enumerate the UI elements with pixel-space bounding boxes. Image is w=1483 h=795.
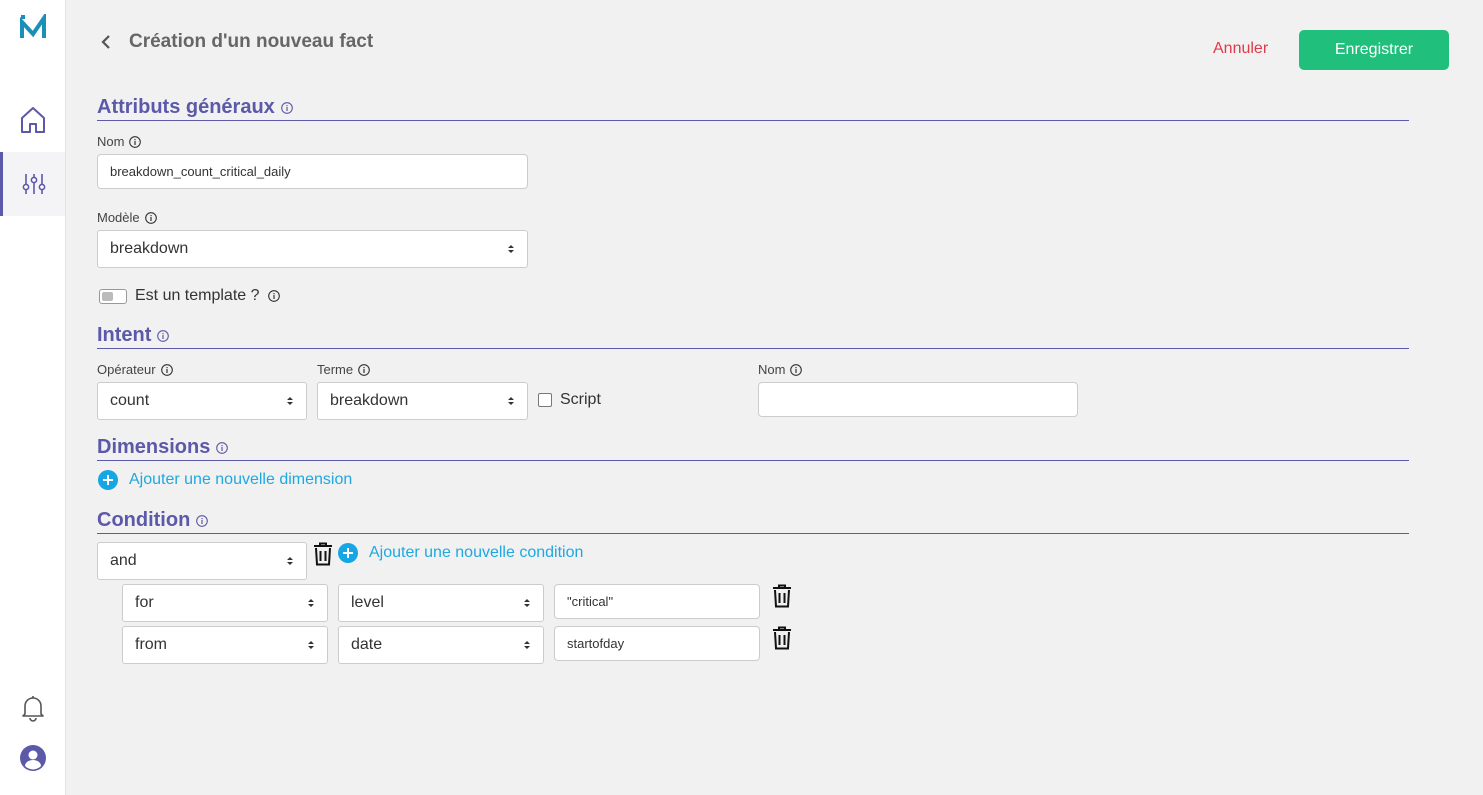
term-field-label: Terme (317, 362, 370, 377)
condition-row-operator-value: for (135, 594, 154, 611)
add-condition-button[interactable]: Ajouter une nouvelle condition (338, 543, 583, 563)
select-caret-icon (287, 557, 293, 565)
info-icon (358, 363, 370, 376)
sliders-icon (22, 174, 46, 194)
term-select[interactable]: breakdown (317, 382, 528, 420)
info-icon (216, 441, 229, 454)
m-logo-icon (20, 11, 46, 38)
section-intent-divider (97, 348, 1409, 349)
select-caret-icon (524, 641, 530, 649)
sidebar (0, 0, 66, 795)
condition-logic-value: and (110, 552, 137, 569)
section-condition-title: Condition (97, 509, 209, 532)
condition-row-field-select[interactable]: level (338, 584, 544, 622)
template-toggle-row: Est un template ? (99, 287, 280, 305)
info-icon (196, 514, 209, 527)
select-caret-icon (308, 599, 314, 607)
user-icon (19, 745, 46, 771)
app-logo[interactable] (19, 11, 47, 42)
chevron-left-icon (101, 35, 110, 49)
add-dimension-label: Ajouter une nouvelle dimension (129, 471, 353, 488)
operator-select-value: count (110, 392, 150, 409)
name-input[interactable]: breakdown_count_critical_daily (97, 154, 528, 189)
name-label-text: Nom (97, 134, 125, 149)
condition-row-operator-select[interactable]: for (122, 584, 328, 622)
save-button[interactable]: Enregistrer (1299, 30, 1449, 70)
condition-row-value-input[interactable]: "critical" (554, 584, 760, 619)
plus-circle-icon (338, 543, 358, 563)
info-icon (267, 290, 280, 302)
condition-logic-select[interactable]: and (97, 542, 307, 580)
info-icon (160, 363, 173, 376)
section-condition-divider (97, 533, 1409, 534)
script-label: Script (560, 391, 601, 408)
add-condition-label: Ajouter une nouvelle condition (369, 544, 584, 561)
operator-select[interactable]: count (97, 382, 307, 420)
toggle-knob (102, 291, 113, 301)
intent-name-field-label: Nom (758, 362, 803, 377)
select-caret-icon (524, 599, 530, 607)
trash-icon (314, 542, 332, 566)
model-field-label: Modèle (97, 210, 157, 225)
section-general-label: Attributs généraux (97, 96, 275, 118)
condition-row-operator-value: from (135, 636, 167, 653)
model-label-text: Modèle (97, 210, 140, 225)
bell-icon (21, 696, 44, 722)
info-icon (144, 211, 157, 224)
term-label-text: Terme (317, 362, 354, 377)
cancel-button[interactable]: Annuler (1213, 40, 1268, 58)
select-caret-icon (287, 397, 293, 405)
select-caret-icon (508, 245, 514, 253)
plus-circle-icon (98, 470, 118, 490)
page-title: Création d'un nouveau fact (129, 31, 374, 52)
section-dimensions-label: Dimensions (97, 436, 211, 458)
script-checkbox-row: Script (538, 391, 601, 409)
term-select-value: breakdown (330, 392, 409, 409)
home-icon (20, 107, 45, 133)
intent-name-label-text: Nom (758, 362, 786, 377)
nav-facts[interactable] (0, 152, 65, 216)
main-content: Création d'un nouveau fact Annuler Enreg… (66, 0, 1483, 795)
add-dimension-button[interactable]: Ajouter une nouvelle dimension (98, 470, 352, 490)
section-general-divider (97, 120, 1409, 121)
script-checkbox[interactable] (538, 393, 552, 407)
section-intent-title: Intent (97, 324, 170, 347)
section-general-title: Attributs généraux (97, 96, 293, 119)
delete-condition-group-button[interactable] (313, 542, 333, 571)
template-toggle[interactable] (99, 288, 127, 304)
section-condition-label: Condition (97, 509, 191, 531)
operator-field-label: Opérateur (97, 362, 173, 377)
model-select-value: breakdown (110, 240, 189, 257)
nav-home[interactable] (0, 88, 65, 152)
info-icon (790, 363, 803, 376)
delete-condition-row-button[interactable] (772, 584, 792, 613)
intent-name-input[interactable] (758, 382, 1078, 417)
select-caret-icon (308, 641, 314, 649)
model-select[interactable]: breakdown (97, 230, 528, 268)
condition-row-operator-select[interactable]: from (122, 626, 328, 664)
condition-row-field-select[interactable]: date (338, 626, 544, 664)
operator-label-text: Opérateur (97, 362, 156, 377)
back-button[interactable] (96, 30, 116, 54)
condition-row-field-value: level (351, 594, 384, 611)
trash-icon (773, 584, 791, 608)
trash-icon (773, 626, 791, 650)
name-field-label: Nom (97, 134, 142, 149)
condition-row-value-input[interactable]: startofday (554, 626, 760, 661)
info-icon (157, 329, 170, 342)
info-icon (280, 101, 293, 114)
info-icon (129, 135, 142, 148)
condition-row-field-value: date (351, 636, 383, 653)
template-label: Est un template ? (135, 287, 260, 304)
section-intent-label: Intent (97, 324, 152, 346)
select-caret-icon (508, 397, 514, 405)
section-dimensions-title: Dimensions (97, 436, 229, 459)
nav-profile[interactable] (0, 726, 65, 790)
delete-condition-row-button[interactable] (772, 626, 792, 655)
section-dimensions-divider (97, 460, 1409, 461)
